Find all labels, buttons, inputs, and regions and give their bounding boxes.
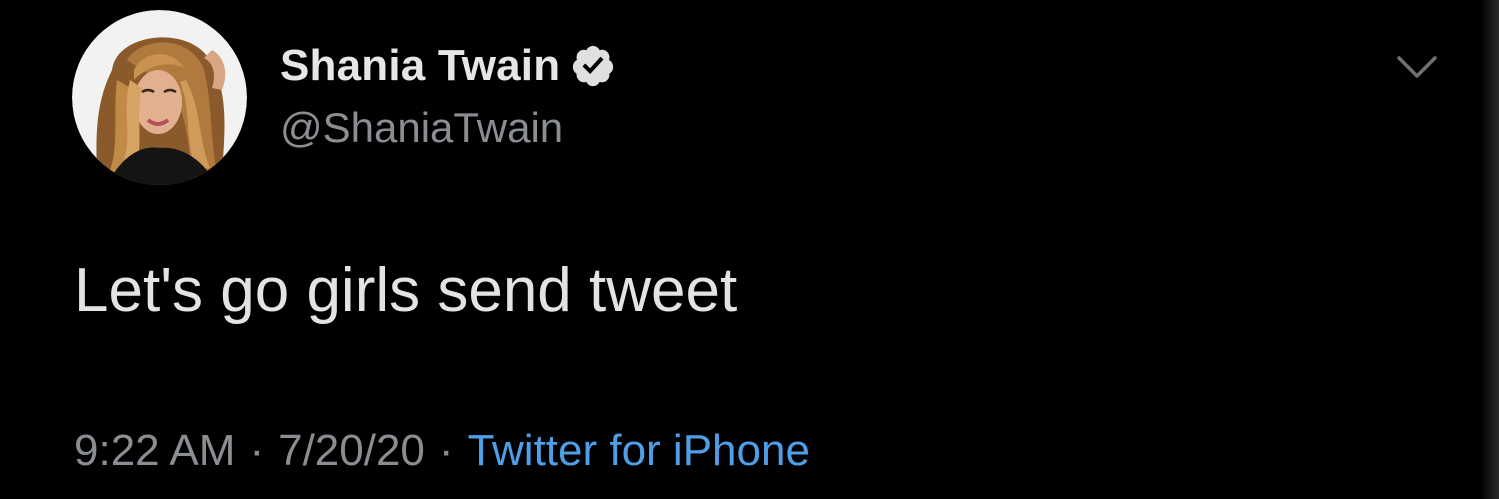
tweet-metadata: 9:22 AM · 7/20/20 · Twitter for iPhone: [74, 426, 810, 476]
screen-edge: [1481, 0, 1499, 499]
separator-dot: ·: [249, 426, 265, 475]
avatar-photo: [72, 10, 247, 185]
author-handle[interactable]: @ShaniaTwain: [280, 104, 563, 152]
avatar[interactable]: [72, 10, 247, 185]
verified-badge-icon: [570, 43, 616, 89]
tweet-source-link[interactable]: Twitter for iPhone: [468, 426, 810, 476]
tweet-card: Shania Twain @ShaniaTwain Let's go girls…: [0, 0, 1499, 499]
tweet-text: Let's go girls send tweet: [74, 256, 738, 325]
chevron-down-icon[interactable]: [1395, 52, 1439, 82]
author-row: Shania Twain: [280, 36, 616, 96]
tweet-time[interactable]: 9:22 AM: [74, 426, 235, 476]
tweet-date[interactable]: 7/20/20: [278, 426, 425, 476]
display-name[interactable]: Shania Twain: [280, 41, 560, 91]
separator-dot: ·: [438, 426, 454, 475]
